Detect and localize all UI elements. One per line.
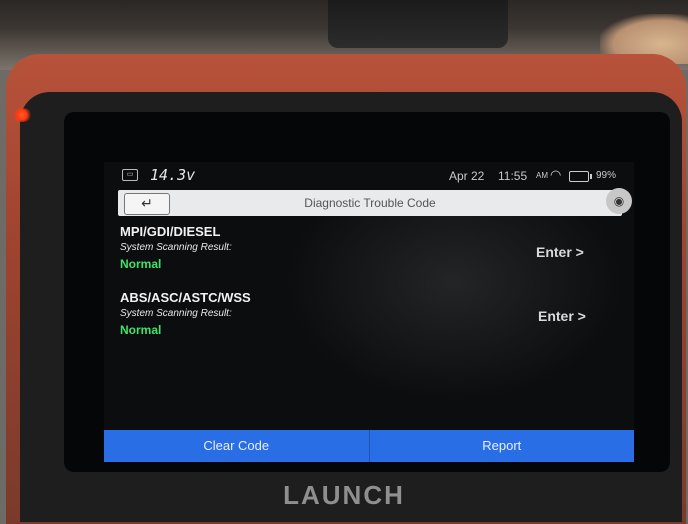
obd-cable <box>328 0 508 48</box>
status-date: Apr 22 <box>449 169 485 183</box>
enter-button[interactable]: Enter > <box>538 308 586 324</box>
page-title: Diagnostic Trouble Code <box>304 196 436 210</box>
power-led <box>12 108 32 122</box>
vehicle-status-icon: ▭ <box>122 169 138 181</box>
wifi-icon: ◠ <box>550 167 562 182</box>
title-bar: ↵ Diagnostic Trouble Code ◉ <box>118 188 632 216</box>
device-screen: ▭ 14.3v Apr 22 11:55 AM ◠ 99% ↵ Diagnost… <box>104 162 634 462</box>
status-bar: ▭ 14.3v Apr 22 11:55 AM ◠ 99% <box>104 162 634 190</box>
scan-result-value: Normal <box>120 257 162 271</box>
voltage-readout: 14.3v <box>150 166 196 184</box>
camera-icon[interactable]: ◉ <box>606 188 632 214</box>
battery-icon <box>569 171 592 182</box>
report-button[interactable]: Report <box>368 430 635 462</box>
bottom-action-bar: Clear Code Report <box>104 430 634 462</box>
scan-result-label: System Scanning Result: <box>120 308 232 319</box>
module-name: ABS/ASC/ASTC/WSS <box>120 290 251 305</box>
module-name: MPI/GDI/DIESEL <box>120 224 221 239</box>
module-item: MPI/GDI/DIESEL System Scanning Result: N… <box>120 224 580 271</box>
clear-code-button[interactable]: Clear Code <box>104 430 369 462</box>
status-ampm: AM <box>536 171 548 180</box>
enter-button[interactable]: Enter > <box>536 244 584 260</box>
status-time: 11:55 <box>498 169 528 183</box>
battery-percent: 99% <box>596 170 617 181</box>
brand-logo: LAUNCH <box>283 480 405 510</box>
scan-result-label: System Scanning Result: <box>120 242 232 253</box>
scan-result-value: Normal <box>120 323 162 337</box>
module-item: ABS/ASC/ASTC/WSS System Scanning Result:… <box>120 290 580 337</box>
